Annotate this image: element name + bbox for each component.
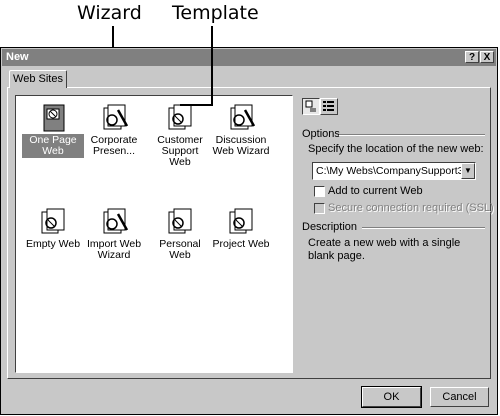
template-icon — [168, 104, 192, 130]
secure-connection-checkbox — [314, 203, 325, 214]
template-icon — [168, 208, 192, 234]
large-icons-view-button[interactable] — [302, 98, 320, 115]
description-divider — [362, 227, 485, 229]
add-to-current-web-checkbox[interactable] — [314, 186, 325, 197]
template-callout-label: Template — [172, 2, 259, 24]
help-button[interactable]: ? — [465, 51, 479, 63]
list-item[interactable]: Project Web — [210, 208, 272, 251]
dialog-title: New — [6, 51, 29, 63]
template-callout-line — [211, 26, 213, 106]
wizard-icon — [230, 104, 255, 130]
list-item[interactable]: Empty Web — [22, 208, 84, 251]
list-item[interactable]: One Page Web — [22, 104, 84, 158]
secure-connection-label: Secure connection required (SSL) — [328, 202, 494, 214]
options-divider — [339, 134, 485, 136]
description-heading: Description — [302, 221, 358, 233]
cancel-button[interactable]: Cancel — [430, 387, 489, 407]
new-dialog: New ? X Web Sites One Page Web Corporate… — [0, 47, 498, 415]
add-to-current-web-label: Add to current Web — [328, 185, 423, 197]
web-sites-list[interactable]: One Page Web Corporate Presen... Custome… — [15, 95, 293, 373]
location-combobox[interactable]: C:\My Webs\CompanySupport3 ▼ — [312, 162, 476, 180]
list-item[interactable]: Discussion Web Wizard — [210, 104, 272, 158]
wizard-callout-label: Wizard — [77, 2, 142, 24]
template-callout-line-horizontal — [180, 104, 213, 106]
close-button[interactable]: X — [480, 51, 494, 63]
tab-web-sites[interactable]: Web Sites — [9, 70, 67, 88]
one-page-web-icon — [43, 104, 65, 132]
ok-button[interactable]: OK — [361, 386, 422, 408]
template-icon — [229, 208, 253, 234]
template-icon — [41, 208, 65, 234]
location-label: Specify the location of the new web: — [308, 143, 484, 155]
list-view-button[interactable] — [320, 98, 338, 115]
list-item[interactable]: Corporate Presen... — [83, 104, 145, 158]
list-icon — [323, 101, 334, 111]
wizard-icon — [103, 208, 128, 234]
description-text: Create a new web with a single blank pag… — [308, 237, 461, 262]
wizard-icon — [103, 104, 128, 130]
options-heading: Options — [302, 128, 340, 140]
location-value: C:\My Webs\CompanySupport3 — [316, 165, 464, 177]
list-item[interactable]: Import Web Wizard — [83, 208, 145, 262]
chevron-down-icon[interactable]: ▼ — [461, 163, 475, 179]
list-item[interactable]: Customer Support Web — [149, 104, 211, 169]
large-icons-icon — [305, 100, 316, 112]
list-item[interactable]: Personal Web — [149, 208, 211, 262]
title-bar: New ? X — [2, 49, 496, 66]
